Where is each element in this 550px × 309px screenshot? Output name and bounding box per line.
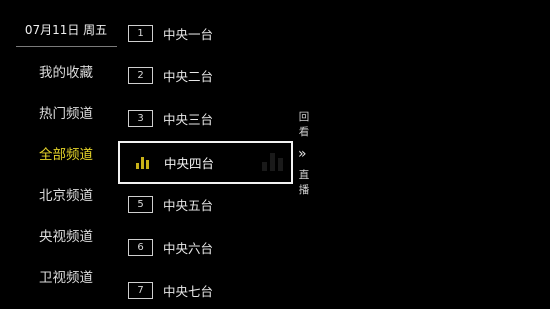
equalizer-bars-icon bbox=[136, 155, 150, 169]
category-hot-channels[interactable]: 热门频道 bbox=[16, 102, 116, 122]
channel-item[interactable]: 5 中央五台 bbox=[128, 196, 288, 216]
category-cctv-channels[interactable]: 央视频道 bbox=[16, 225, 116, 245]
channel-item[interactable]: 3 中央三台 bbox=[128, 110, 288, 130]
channel-number: 6 bbox=[128, 239, 153, 256]
channel-item[interactable]: 6 中央六台 bbox=[128, 239, 288, 259]
category-all-channels[interactable]: 全部频道 bbox=[16, 143, 116, 163]
category-beijing-channels[interactable]: 北京频道 bbox=[16, 184, 116, 204]
date-divider bbox=[16, 46, 117, 47]
tv-channel-guide: 07月11日 周五 我的收藏 热门频道 全部频道 北京频道 央视频道 卫视频道 … bbox=[0, 0, 550, 309]
date-label: 07月11日 周五 bbox=[24, 23, 108, 37]
channel-item-selected[interactable]: 中央四台 bbox=[118, 141, 293, 184]
channel-name: 中央五台 bbox=[163, 198, 214, 213]
channel-number: 3 bbox=[128, 110, 153, 127]
category-satellite-channels[interactable]: 卫视频道 bbox=[16, 266, 116, 286]
channel-name: 中央七台 bbox=[163, 284, 214, 299]
equalizer-bars-icon bbox=[262, 151, 284, 171]
replay-button[interactable]: 回看 bbox=[297, 110, 311, 140]
channel-number: 7 bbox=[128, 282, 153, 299]
channel-name: 中央三台 bbox=[163, 112, 214, 127]
channel-number: 5 bbox=[128, 196, 153, 213]
channel-item[interactable]: 1 中央一台 bbox=[128, 25, 288, 45]
double-chevron-right-icon[interactable]: » bbox=[298, 146, 306, 162]
channel-item[interactable]: 2 中央二台 bbox=[128, 67, 288, 87]
channel-name: 中央六台 bbox=[163, 241, 214, 256]
channel-name: 中央四台 bbox=[164, 156, 215, 171]
channel-name: 中央一台 bbox=[163, 27, 214, 42]
category-favorites[interactable]: 我的收藏 bbox=[16, 61, 116, 81]
channel-number: 2 bbox=[128, 67, 153, 84]
channel-name: 中央二台 bbox=[163, 69, 214, 84]
channel-item[interactable]: 7 中央七台 bbox=[128, 282, 288, 302]
channel-number: 1 bbox=[128, 25, 153, 42]
live-button[interactable]: 直播 bbox=[297, 168, 311, 198]
